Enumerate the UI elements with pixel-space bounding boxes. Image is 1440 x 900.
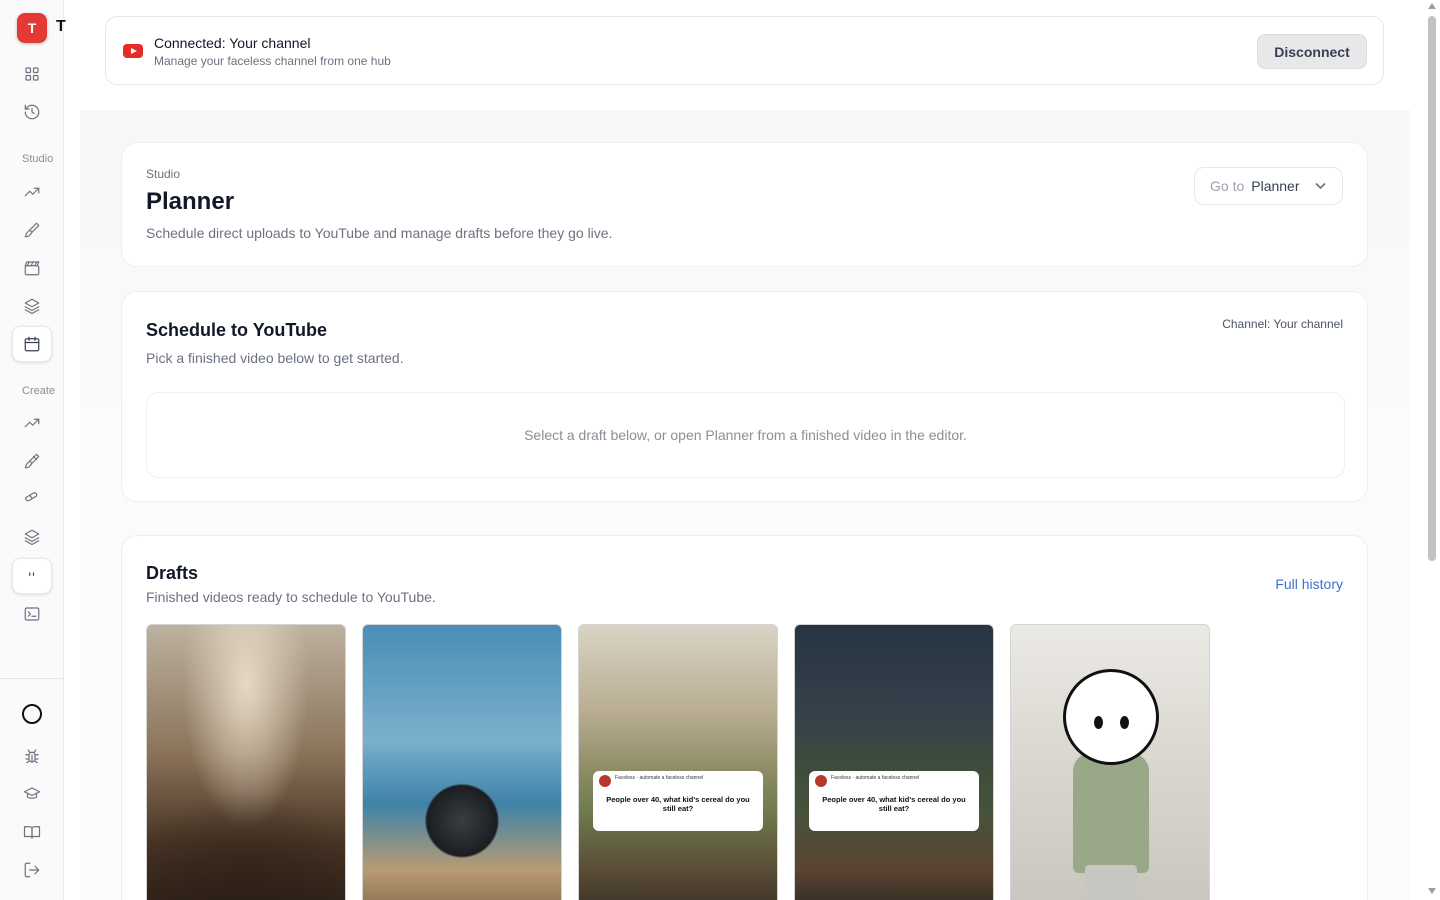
post-handle: Faceless · automate a faceless channel xyxy=(831,775,920,781)
quote-icon xyxy=(29,572,35,576)
draft-thumbnail[interactable]: Faceless · automate a faceless channel P… xyxy=(578,624,778,900)
sidebar-item-planner[interactable] xyxy=(12,326,52,362)
post-text: People over 40, what kid's cereal do you… xyxy=(606,795,750,813)
layers-icon xyxy=(24,529,40,546)
trending-up-icon xyxy=(24,187,40,197)
goto-value: Planner xyxy=(1251,178,1300,194)
status-circle-icon[interactable] xyxy=(22,704,42,724)
sidebar-section-create: Create xyxy=(22,385,56,397)
sidebar: T T Studio Create xyxy=(0,0,66,900)
calendar-icon xyxy=(24,336,40,352)
layers-icon xyxy=(24,298,40,315)
sidebar-item-docs[interactable] xyxy=(12,816,52,848)
grid-icon xyxy=(25,67,39,81)
sidebar-divider xyxy=(0,678,64,679)
post-text: People over 40, what kid's cereal do you… xyxy=(822,795,966,813)
schedule-subtitle: Pick a finished video below to get start… xyxy=(146,350,404,366)
page-subtitle: Schedule direct uploads to YouTube and m… xyxy=(146,225,613,241)
sidebar-item-learn[interactable] xyxy=(12,778,52,810)
connection-subtitle: Manage your faceless channel from one hu… xyxy=(154,54,391,68)
clapperboard-icon xyxy=(24,261,40,276)
full-history-link[interactable]: Full history xyxy=(1275,576,1343,592)
sidebar-item-logout[interactable] xyxy=(12,854,52,886)
sidebar-item-quote[interactable] xyxy=(12,558,52,594)
sidebar-item-bug[interactable] xyxy=(12,740,52,772)
sidebar-item-history[interactable] xyxy=(12,96,52,128)
page-title: Planner xyxy=(146,188,235,215)
sidebar-section-studio: Studio xyxy=(22,153,54,165)
character-legs xyxy=(1085,865,1137,900)
draft-thumbnail[interactable] xyxy=(146,624,346,900)
drafts-card: Drafts Finished videos ready to schedule… xyxy=(121,535,1368,900)
schedule-title: Schedule to YouTube xyxy=(146,320,328,340)
log-out-icon xyxy=(24,862,40,878)
bug-icon xyxy=(25,749,39,764)
scroll-down-arrow-icon[interactable] xyxy=(1428,888,1436,894)
sidebar-item-trends[interactable] xyxy=(12,176,52,208)
sidebar-item-clapper[interactable] xyxy=(12,252,52,284)
sidebar-item-create-trends[interactable] xyxy=(12,407,52,439)
chevron-down-icon xyxy=(1315,182,1326,190)
draft-thumbnail[interactable]: Faceless · automate a faceless channel P… xyxy=(794,624,994,900)
app-logo[interactable]: T xyxy=(17,13,47,43)
scrollbar-thumb[interactable] xyxy=(1428,16,1436,561)
disconnect-button[interactable]: Disconnect xyxy=(1257,34,1367,69)
brush-icon xyxy=(24,222,40,238)
eye xyxy=(1094,716,1103,729)
draft-select-placeholder: Select a draft below, or open Planner fr… xyxy=(146,392,1345,478)
eye xyxy=(1120,716,1129,729)
post-card: Faceless · automate a faceless channel P… xyxy=(809,771,979,831)
graduation-cap-icon xyxy=(23,787,41,799)
character-face xyxy=(1063,669,1159,765)
sidebar-item-create-link[interactable] xyxy=(12,480,52,512)
scroll-up-arrow-icon[interactable] xyxy=(1428,3,1436,9)
post-handle: Faceless · automate a faceless channel xyxy=(615,775,704,781)
post-card: Faceless · automate a faceless channel P… xyxy=(593,771,763,831)
link-icon xyxy=(25,492,38,502)
trending-up-icon xyxy=(24,418,40,428)
schedule-card: Schedule to YouTube Pick a finished vide… xyxy=(121,291,1368,502)
sidebar-item-create-layers[interactable] xyxy=(12,521,52,553)
channel-label: Channel: Your channel xyxy=(1222,317,1343,331)
history-icon xyxy=(24,104,40,120)
sidebar-item-brush[interactable] xyxy=(12,214,52,246)
book-icon xyxy=(23,826,41,839)
drafts-title: Drafts xyxy=(146,563,199,583)
avatar xyxy=(599,775,611,787)
avatar xyxy=(815,775,827,787)
paintbrush-icon xyxy=(24,453,40,469)
sidebar-item-dashboard[interactable] xyxy=(12,58,52,90)
terminal-icon xyxy=(24,607,40,621)
connection-bar: Connected: Your channel Manage your face… xyxy=(105,16,1384,85)
sidebar-item-terminal[interactable] xyxy=(12,598,52,630)
draft-thumbnail[interactable] xyxy=(362,624,562,900)
connection-title: Connected: Your channel xyxy=(154,35,311,51)
planner-header-card: Studio Planner Schedule direct uploads t… xyxy=(121,142,1368,267)
sidebar-item-create-brush[interactable] xyxy=(12,445,52,477)
app-logo-text: T xyxy=(56,18,66,35)
goto-dropdown[interactable]: Go to Planner xyxy=(1194,167,1343,205)
goto-prefix: Go to xyxy=(1210,178,1245,194)
character-body xyxy=(1073,753,1149,873)
sidebar-item-layers[interactable] xyxy=(12,290,52,322)
youtube-icon xyxy=(123,44,143,58)
draft-thumbnail[interactable] xyxy=(1010,624,1210,900)
breadcrumb: Studio xyxy=(146,167,181,181)
drafts-subtitle: Finished videos ready to schedule to You… xyxy=(146,589,436,605)
